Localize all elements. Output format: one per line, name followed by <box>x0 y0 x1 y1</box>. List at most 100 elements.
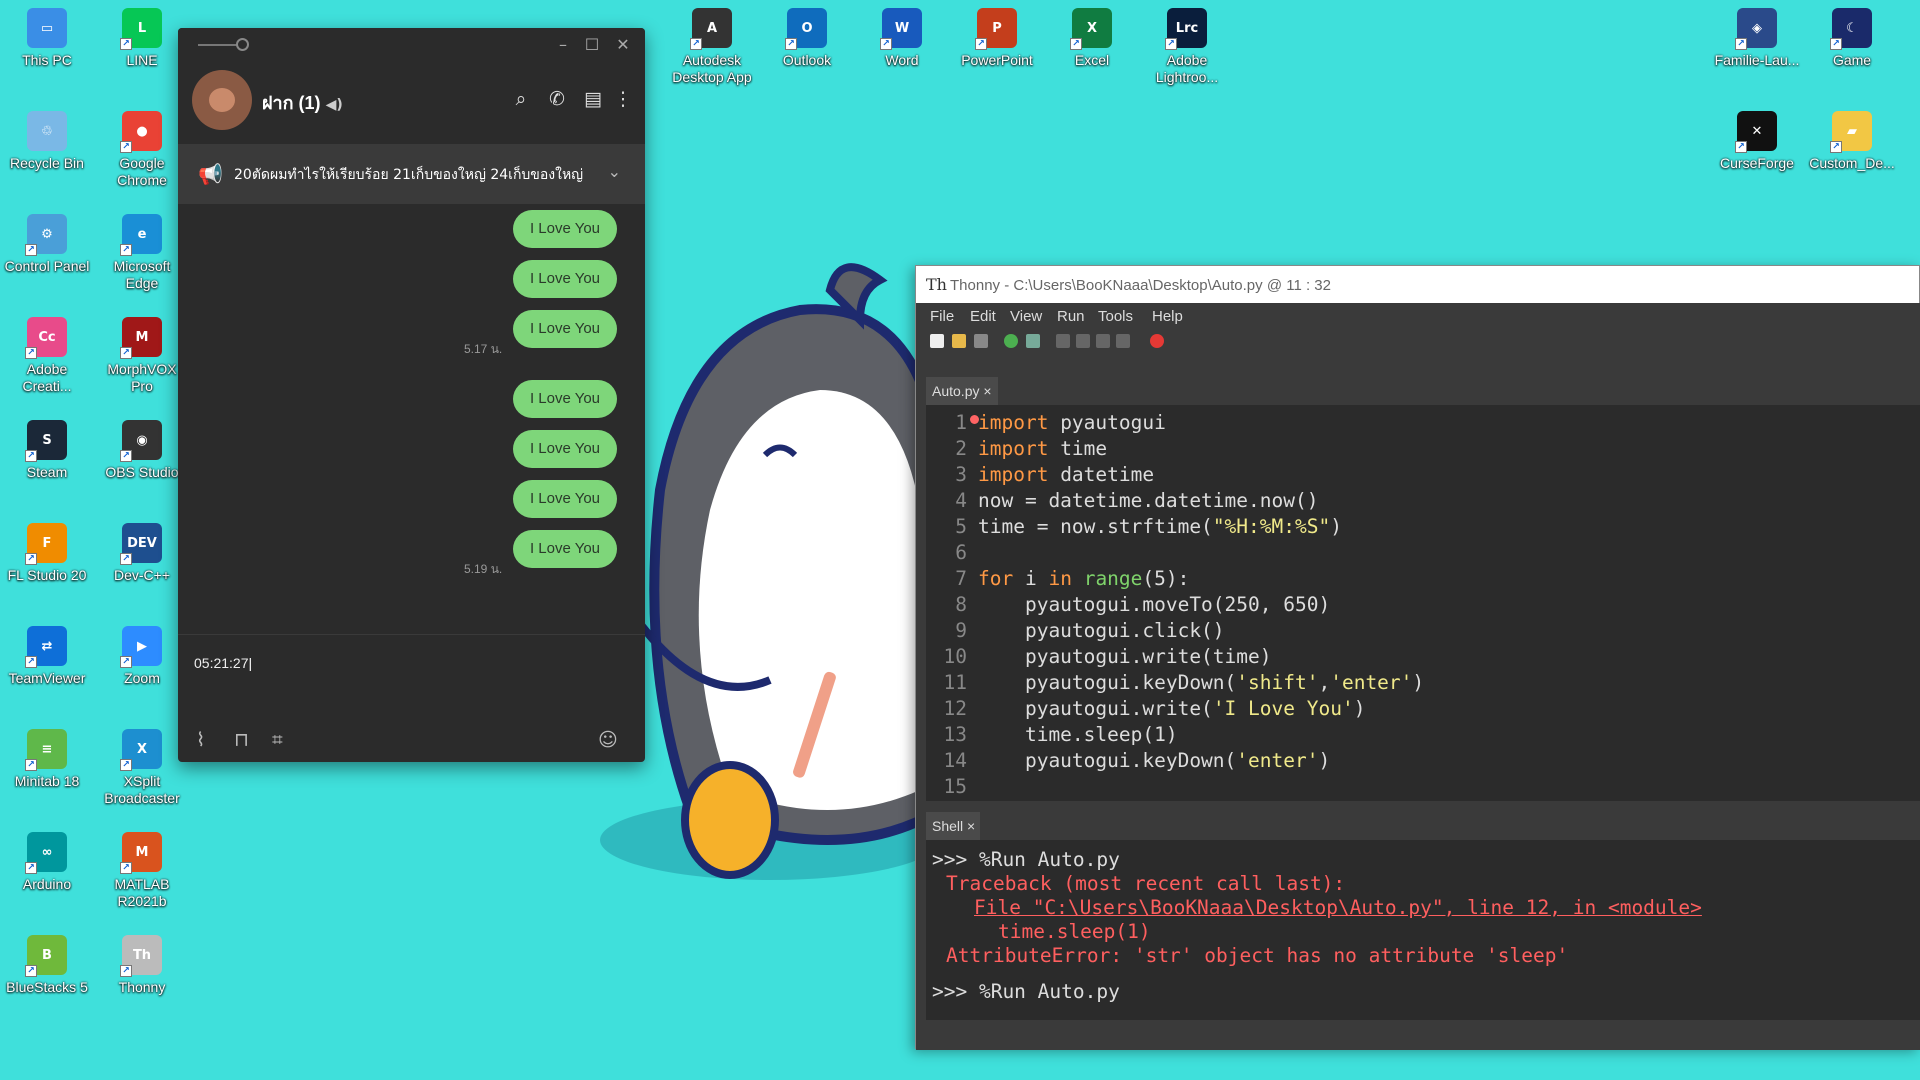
resume-icon[interactable] <box>1116 334 1130 348</box>
search-icon[interactable]: ⌕ <box>508 86 534 112</box>
desktop-shortcut[interactable]: A ↗ Autodesk Desktop App <box>667 8 757 86</box>
desktop-shortcut-label: Outlook <box>782 52 832 68</box>
desktop-shortcut[interactable]: ● ↗ Google Chrome <box>97 111 187 189</box>
phone-icon[interactable]: ✆ <box>544 86 570 112</box>
powerpoint-icon: P ↗ <box>975 8 1017 50</box>
menu-file[interactable]: File <box>930 308 954 325</box>
kw-import: import <box>978 437 1049 460</box>
menu-tools[interactable]: Tools <box>1098 308 1133 325</box>
save-icon[interactable] <box>974 334 988 348</box>
desktop-shortcut[interactable]: B ↗ BlueStacks 5 <box>2 935 92 996</box>
desktop-shortcut[interactable]: ◈ ↗ Familie-Lau... <box>1712 8 1802 69</box>
desktop-shortcut[interactable]: ♲ Recycle Bin <box>2 111 92 172</box>
message-input-area[interactable]: 05:21:27| ⌇ ⊓ ⌗ ☺ <box>178 634 645 762</box>
run-icon[interactable] <box>1004 334 1018 348</box>
message-timestamp: 5.17 น. <box>464 342 503 356</box>
message-bubble[interactable]: I Love You <box>513 380 617 418</box>
folder-icon: ▰ ↗ <box>1830 111 1872 153</box>
game-icon: ☾ ↗ <box>1830 8 1872 50</box>
thonny-app-icon: Th <box>926 275 947 294</box>
open-file-icon[interactable] <box>952 334 966 348</box>
minimize-button[interactable]: – <box>551 34 575 56</box>
error-message: AttributeError: 'str' object has no attr… <box>946 944 1569 967</box>
obs-icon: ◉ ↗ <box>120 420 162 462</box>
desktop-shortcut[interactable]: M ↗ MATLAB R2021b <box>97 832 187 910</box>
menu-edit[interactable]: Edit <box>970 308 996 325</box>
desktop-shortcut[interactable]: X ↗ XSplit Broadcaster <box>97 729 187 807</box>
desktop-shortcut[interactable]: DEV ↗ Dev-C++ <box>97 523 187 584</box>
debug-icon[interactable] <box>1026 334 1040 348</box>
bookmark-icon[interactable]: ⊓ <box>234 729 249 751</box>
desktop-shortcut[interactable]: L ↗ LINE <box>97 8 187 69</box>
desktop-shortcut[interactable]: ⇄ ↗ TeamViewer <box>2 626 92 687</box>
desktop-shortcut[interactable]: W ↗ Word <box>857 8 947 69</box>
maximize-button[interactable]: ☐ <box>580 34 604 56</box>
line-number: 4 <box>955 489 967 512</box>
menu-help[interactable]: Help <box>1152 308 1183 325</box>
desktop-shortcut[interactable]: Th ↗ Thonny <box>97 935 187 996</box>
line-titlebar: – ☐ ✕ <box>178 28 645 64</box>
emoji-icon[interactable]: ☺ <box>598 729 618 751</box>
opacity-slider-knob[interactable] <box>236 38 249 51</box>
desktop-shortcut-label: Adobe Creati... <box>22 361 72 394</box>
edge-icon: e ↗ <box>120 214 162 256</box>
code-editor[interactable]: 1 2 3 4 5 6 7 8 9 10 11 12 13 14 15 import pyautogui i… <box>926 405 1920 801</box>
avatar[interactable] <box>192 70 252 130</box>
desktop-shortcut-label: CurseForge <box>1720 155 1794 171</box>
desktop-shortcut[interactable]: ◉ ↗ OBS Studio <box>97 420 187 481</box>
desktop-shortcut[interactable]: O ↗ Outlook <box>762 8 852 69</box>
desktop-shortcut[interactable]: ▶ ↗ Zoom <box>97 626 187 687</box>
shell-console[interactable]: >>> %Run Auto.py Traceback (most recent … <box>926 840 1920 1020</box>
close-button[interactable]: ✕ <box>611 34 635 56</box>
message-bubble[interactable]: I Love You <box>513 310 617 348</box>
desktop-shortcut[interactable]: F ↗ FL Studio 20 <box>2 523 92 584</box>
chat-header: ฝาก (1) ◀) ⌕ ✆ ▤ ⋮ <box>178 64 645 134</box>
step-into-icon[interactable] <box>1076 334 1090 348</box>
notes-icon[interactable]: ▤ <box>580 86 606 112</box>
line-number: 5 <box>955 515 967 538</box>
desktop-shortcut-label: FL Studio 20 <box>7 567 87 583</box>
message-bubble[interactable]: I Love You <box>513 260 617 298</box>
announcement-bar[interactable]: 📢 20ตัดผมทำไรให้เรียบร้อย 21เก็บของใหญ่ … <box>178 144 645 204</box>
tab-auto-py[interactable]: Auto.py × <box>926 377 998 405</box>
traceback-file-link[interactable]: File "C:\Users\BooKNaaa\Desktop\Auto.py"… <box>974 896 1702 919</box>
autodesk-icon: A ↗ <box>690 8 732 50</box>
desktop-shortcut[interactable]: ∞ ↗ Arduino <box>2 832 92 893</box>
desktop-shortcut[interactable]: P ↗ PowerPoint <box>952 8 1042 69</box>
desktop-shortcut[interactable]: ✕ ↗ CurseForge <box>1712 111 1802 172</box>
desktop-shortcut[interactable]: S ↗ Steam <box>2 420 92 481</box>
matlab-icon: M ↗ <box>120 832 162 874</box>
chevron-down-icon[interactable]: ⌄ <box>608 162 621 181</box>
message-bubble[interactable]: I Love You <box>513 480 617 518</box>
message-bubble[interactable]: I Love You <box>513 530 617 568</box>
step-out-icon[interactable] <box>1096 334 1110 348</box>
desktop-shortcut[interactable]: ⚙ ↗ Control Panel <box>2 214 92 275</box>
desktop-shortcut[interactable]: e ↗ Microsoft Edge <box>97 214 187 292</box>
desktop-shortcut[interactable]: Cc ↗ Adobe Creati... <box>2 317 92 395</box>
code-line: import time <box>978 437 1108 460</box>
menu-view[interactable]: View <box>1010 308 1042 325</box>
tab-shell[interactable]: Shell × <box>926 812 980 840</box>
desktop-shortcut-label: Google Chrome <box>117 155 167 188</box>
message-bubble[interactable]: I Love You <box>513 430 617 468</box>
desktop-shortcut[interactable]: ▭ This PC <box>2 8 92 69</box>
desktop-shortcut[interactable]: ▰ ↗ Custom_De... <box>1807 111 1897 172</box>
step-over-icon[interactable] <box>1056 334 1070 348</box>
shortcut-arrow-icon: ↗ <box>25 553 37 565</box>
desktop-shortcut[interactable]: ☾ ↗ Game <box>1807 8 1897 69</box>
desktop-shortcut[interactable]: ≡ ↗ Minitab 18 <box>2 729 92 790</box>
screenshot-crop-icon[interactable]: ⌗ <box>272 729 283 751</box>
shortcut-arrow-icon: ↗ <box>120 141 132 153</box>
desktop-shortcut-label: Steam <box>26 464 68 480</box>
menu-run[interactable]: Run <box>1057 308 1085 325</box>
excel-icon: X ↗ <box>1070 8 1112 50</box>
more-options-icon[interactable]: ⋮ <box>610 86 636 112</box>
desktop-shortcut[interactable]: M ↗ MorphVOX Pro <box>97 317 187 395</box>
desktop-shortcut[interactable]: Lrc ↗ Adobe Lightroo... <box>1142 8 1232 86</box>
desktop-shortcut[interactable]: X ↗ Excel <box>1047 8 1137 69</box>
message-bubble[interactable]: I Love You <box>513 210 617 248</box>
message-input[interactable]: 05:21:27| <box>194 655 252 671</box>
new-file-icon[interactable] <box>930 334 944 348</box>
attach-icon[interactable]: ⌇ <box>196 729 205 751</box>
stop-icon[interactable] <box>1150 334 1164 348</box>
